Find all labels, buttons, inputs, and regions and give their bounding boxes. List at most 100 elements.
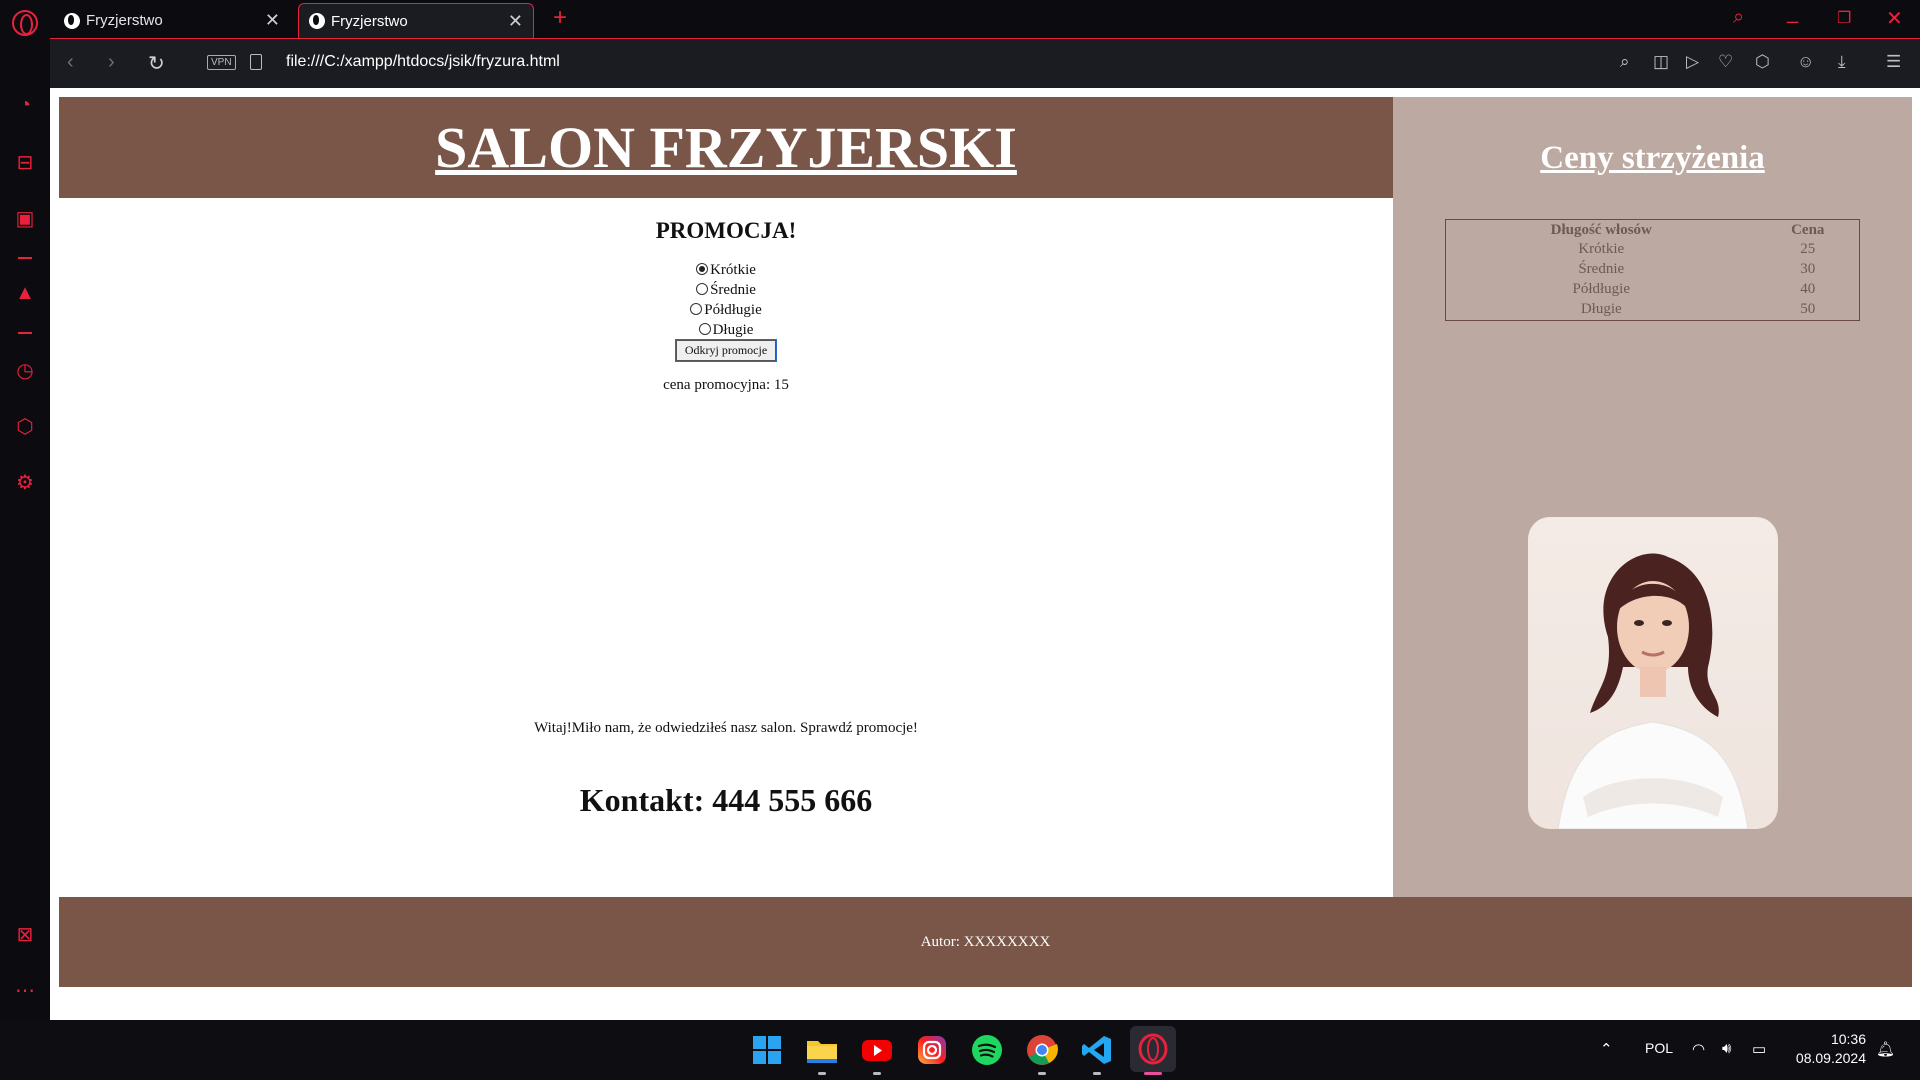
globe-icon (64, 12, 80, 29)
column-header: Długość włosów (1550, 222, 1652, 238)
radio-button[interactable] (690, 303, 703, 315)
chrome-icon[interactable] (1025, 1033, 1059, 1067)
hairdresser-photo (1528, 517, 1778, 829)
battery-icon[interactable]: ▭ (1752, 1040, 1766, 1058)
download-icon[interactable]: ⤓ (1838, 52, 1846, 72)
clock-date: 08.09.2024 (1795, 1050, 1866, 1066)
gallery-icon[interactable]: ⊠ (13, 922, 37, 947)
opera-logo-icon[interactable] (12, 10, 38, 36)
table-row: Półdługie 40 (1446, 280, 1860, 300)
more-icon[interactable]: ⋯ (13, 978, 37, 1003)
tab-title: Fryzjerstwo (331, 12, 408, 30)
sidebar-separator (18, 332, 32, 334)
aria-icon[interactable]: ▲ (13, 282, 37, 305)
promo-heading: PROMOCJA! (655, 218, 797, 243)
history-icon[interactable]: ◷ (13, 358, 37, 383)
account-icon[interactable]: ☺ (1797, 52, 1814, 72)
table-row: Długie 50 (1446, 300, 1860, 321)
table-cell: 30 (1800, 261, 1816, 277)
table-row: Średnie 30 (1446, 260, 1860, 280)
speed-dial-icon[interactable]: ◔ (13, 94, 37, 117)
running-indicator (1038, 1072, 1046, 1075)
hair-length-options: Krótkie Średnie Półdługie Długie (59, 260, 1393, 340)
close-window-icon[interactable]: ✕ (1886, 6, 1903, 31)
price-table: Długość włosów Cena Krótkie 25 Średnie 30 … (1445, 219, 1860, 321)
wifi-icon[interactable]: ◠ (1692, 1040, 1705, 1058)
table-cell: Długie (1580, 301, 1622, 317)
system-clock[interactable]: 10:36 08.09.2024 (1782, 1030, 1866, 1068)
radio-label: Średnie (710, 282, 756, 298)
tray-chevron-icon[interactable]: ⌃ (1600, 1040, 1613, 1058)
address-bar: ‹ › ↻ VPN file:///C:/xampp/htdocs/jsik/f… (50, 38, 1920, 88)
radio-button[interactable] (696, 263, 709, 275)
table-cell: 25 (1800, 241, 1816, 257)
reload-icon[interactable]: ↻ (148, 51, 165, 76)
table-cell: Półdługie (1572, 281, 1630, 297)
back-icon[interactable]: ‹ (67, 51, 74, 74)
table-header-row: Długość włosów Cena (1446, 220, 1860, 241)
running-indicator (1093, 1072, 1101, 1075)
search-page-icon[interactable]: ⌕ (1620, 52, 1630, 72)
reveal-promo-button[interactable]: Odkryj promocje (674, 339, 778, 362)
radio-button[interactable] (698, 323, 711, 335)
active-indicator (1144, 1072, 1162, 1075)
radio-option-srednie[interactable]: Średnie (59, 280, 1393, 300)
price-panel: Ceny strzyżenia Długość włosów Cena Krót… (1393, 97, 1912, 897)
sidebar-separator (18, 257, 32, 259)
snapshot-icon[interactable]: ◫ (1653, 52, 1669, 72)
opera-taskbar-icon[interactable] (1130, 1026, 1176, 1072)
web-content: SALON FRZYJERSKI PROMOCJA! Krótkie Średn… (50, 88, 1920, 1020)
table-row: Krótkie 25 (1446, 240, 1860, 260)
promo-price-text: cena promocyjna: 15 (663, 377, 789, 393)
heart-icon[interactable]: ♡ (1718, 52, 1733, 72)
windows-start-icon[interactable] (750, 1033, 784, 1067)
spotify-icon[interactable] (970, 1033, 1004, 1067)
main-section: PROMOCJA! Krótkie Średnie Półdługie Dług… (59, 198, 1393, 818)
welcome-text: Witaj!Miło nam, że odwiedziłeś nasz salo… (534, 720, 918, 736)
close-tab-icon[interactable]: ✕ (508, 11, 523, 32)
file-explorer-icon[interactable] (805, 1033, 839, 1067)
send-icon[interactable]: ▷ (1686, 52, 1699, 72)
page-info-icon[interactable] (250, 54, 262, 70)
browser-sidebar: ◔ ⊟ ▣ ▲ ◷ ⬡ ⚙ ⊠ ⋯ (0, 38, 50, 1020)
page-footer: Autor: XXXXXXXX (59, 897, 1912, 987)
table-cell: Średnie (1578, 261, 1625, 277)
browser-tab-2[interactable]: Fryzjerstwo ✕ (298, 3, 534, 38)
radio-label: Długie (712, 322, 754, 338)
instagram-icon[interactable] (915, 1033, 949, 1067)
url-field[interactable]: file:///C:/xampp/htdocs/jsik/fryzura.htm… (286, 53, 560, 71)
new-tab-icon[interactable]: + (553, 4, 567, 32)
table-cell: 40 (1800, 281, 1816, 297)
vscode-icon[interactable] (1080, 1033, 1114, 1067)
settings-icon[interactable]: ⚙ (13, 470, 37, 495)
vpn-badge[interactable]: VPN (207, 55, 236, 70)
volume-icon[interactable]: 🔊︎ (1722, 1040, 1731, 1057)
notifications-bell-icon[interactable]: 🔔︎ (1876, 1040, 1895, 1058)
minimize-icon[interactable]: _ (1787, 2, 1798, 25)
tab-strip: Fryzjerstwo ✕ Fryzjerstwo ✕ + ⌕ _ ❐ ✕ (0, 0, 1920, 38)
radio-option-poldlugie[interactable]: Półdługie (59, 300, 1393, 320)
table-cell: 50 (1800, 301, 1816, 317)
clock-time: 10:36 (1830, 1031, 1866, 1047)
youtube-icon[interactable] (860, 1033, 894, 1067)
globe-icon (309, 13, 325, 29)
ai-chip-icon[interactable]: ▣ (13, 206, 37, 231)
prices-heading: Ceny strzyżenia (1540, 140, 1765, 176)
radio-label: Krótkie (710, 262, 756, 278)
forward-icon[interactable]: › (108, 51, 115, 74)
bag-icon[interactable]: ⊟ (13, 150, 37, 175)
language-indicator[interactable]: POL (1645, 1040, 1673, 1056)
header-banner: SALON FRZYJERSKI (59, 97, 1393, 198)
extensions-cube-icon[interactable]: ⬡ (13, 414, 37, 439)
search-tabs-icon[interactable]: ⌕ (1733, 6, 1744, 29)
easy-setup-icon[interactable]: ☰ (1886, 52, 1901, 72)
column-header: Cena (1791, 222, 1825, 238)
radio-button[interactable] (696, 283, 709, 295)
radio-option-krotkie[interactable]: Krótkie (59, 260, 1393, 280)
cube-icon[interactable]: ⬡ (1755, 52, 1770, 72)
close-tab-icon[interactable]: ✕ (265, 10, 280, 31)
browser-tab-1[interactable]: Fryzjerstwo ✕ (54, 3, 290, 38)
radio-option-dlugie[interactable]: Długie (59, 320, 1393, 340)
contact-heading: Kontakt: 444 555 666 (579, 782, 873, 818)
restore-icon[interactable]: ❐ (1837, 8, 1851, 28)
